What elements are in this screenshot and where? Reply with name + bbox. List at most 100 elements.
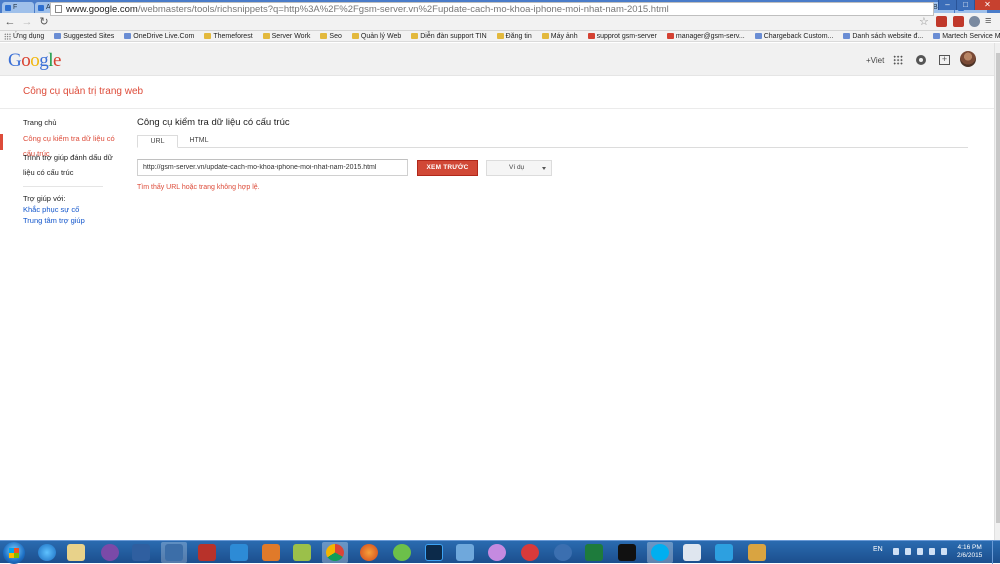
bookmark-item[interactable]: Đăng tin	[496, 32, 532, 40]
bookmarks-bar: Ứng dụng Suggested Sites OneDrive Live.Com…	[0, 31, 1000, 42]
bookmark-item[interactable]: Diễn đàn support TIN	[411, 33, 487, 40]
document-icon[interactable]	[683, 544, 701, 561]
bookmark-item[interactable]: Ứng dụng	[4, 32, 44, 40]
bookmark-item[interactable]: Máy ảnh	[541, 33, 578, 40]
troubleshoot-link[interactable]: Khắc phục sự cố	[23, 205, 79, 214]
bookmark-item[interactable]: Quản lý Web	[351, 33, 401, 40]
skype-icon[interactable]	[651, 544, 669, 561]
show-desktop-button[interactable]	[992, 541, 1000, 564]
reload-button[interactable]: ↻	[37, 15, 51, 29]
butterfly-app-icon[interactable]	[262, 544, 280, 561]
remote-desktop-icon[interactable]	[456, 544, 474, 561]
menu-icon[interactable]: ≡	[985, 16, 996, 27]
webmaster-tools-header: Công cụ quản trị trang web	[0, 77, 995, 109]
help-center-link[interactable]: Trung tâm trợ giúp	[23, 216, 85, 225]
error-message: Tìm thấy URL hoặc trang không hợp lệ.	[137, 184, 260, 191]
seo-tool-icon[interactable]	[132, 544, 150, 561]
sidebar-item-markup-helper[interactable]: Trình trợ giúp đánh dấu dữ liệu có cấu t…	[23, 150, 123, 180]
bookmark-item[interactable]: Server Work	[262, 32, 311, 40]
network-globe-icon[interactable]	[554, 544, 572, 561]
bookmark-item[interactable]: Chargeback Custom...	[754, 33, 833, 40]
close-window-button[interactable]: ✕	[974, 0, 1000, 10]
bookmark-item[interactable]: Martech Service Ma...	[933, 33, 1000, 40]
clock[interactable]: 4:16 PM 2/6/2015	[957, 544, 982, 560]
viber-icon[interactable]	[101, 544, 119, 561]
apps-grid-icon[interactable]	[893, 55, 903, 65]
notepad-icon[interactable]	[293, 544, 311, 561]
tray-arrow-icon[interactable]	[893, 548, 899, 555]
bookmark-item[interactable]: Suggested Sites	[54, 33, 114, 40]
avatar[interactable]	[960, 51, 976, 67]
archive-icon[interactable]	[748, 544, 766, 561]
page-title: Công cụ kiểm tra dữ liệu có cấu trúc	[137, 117, 290, 128]
bookmark-star-icon[interactable]: ☆	[919, 15, 929, 28]
page-icon	[124, 33, 132, 39]
bookmark-label: Themeforest	[213, 32, 253, 40]
maximize-button[interactable]: □	[956, 0, 974, 10]
firefox-icon[interactable]	[360, 544, 378, 561]
address-bar[interactable]: www.google.com/webmasters/tools/richsnip…	[50, 2, 934, 16]
bookmark-item[interactable]: Themeforest	[204, 32, 253, 40]
volume-icon[interactable]	[941, 548, 947, 555]
bookmark-item[interactable]: OneDrive Live.Com	[124, 33, 194, 40]
start-button[interactable]	[3, 542, 25, 564]
internet-explorer-icon[interactable]	[38, 544, 56, 561]
forward-button[interactable]: →	[20, 15, 34, 29]
google-logo[interactable]: Google	[8, 50, 61, 72]
clock-time: 4:16 PM	[957, 544, 982, 551]
app-a-icon[interactable]	[230, 544, 248, 561]
teamviewer-icon[interactable]	[715, 544, 733, 561]
extension-icon[interactable]	[936, 16, 947, 27]
page-scrollbar[interactable]	[994, 43, 1000, 540]
filezilla-icon[interactable]	[198, 544, 216, 561]
flag-icon[interactable]	[917, 548, 923, 555]
page-icon	[54, 33, 62, 39]
logo-letter: G	[8, 50, 22, 71]
favicon-icon	[38, 4, 44, 11]
back-button[interactable]: ←	[3, 15, 17, 29]
terminal-icon[interactable]	[618, 544, 636, 561]
url-input[interactable]	[137, 159, 408, 176]
sync-app-icon[interactable]	[393, 544, 411, 561]
bookmark-label: OneDrive Live.Com	[133, 32, 195, 40]
preview-button[interactable]: XEM TRƯỚC	[417, 160, 478, 176]
tab-title: F	[13, 4, 18, 11]
file-explorer-icon[interactable]	[67, 544, 85, 561]
apps-icon	[4, 32, 11, 40]
network-tool-icon[interactable]	[165, 544, 183, 561]
bookmark-label: Danh sách website đ...	[852, 32, 924, 40]
bookmark-item[interactable]: Danh sách website đ...	[843, 33, 923, 40]
tab-html[interactable]: HTML	[178, 135, 220, 148]
bookmark-label: manager@gsm-serv...	[675, 32, 745, 40]
photoshop-icon[interactable]	[425, 544, 443, 561]
chrome-icon[interactable]	[326, 544, 344, 561]
google-plus-name-link[interactable]: +Viet	[866, 56, 884, 65]
bookmark-item[interactable]: manager@gsm-serv...	[666, 32, 745, 40]
minimize-button[interactable]: –	[938, 0, 956, 10]
bookmark-label: Server Work	[271, 32, 311, 40]
bookmark-label: Đăng tin	[505, 32, 532, 40]
folder-icon	[351, 33, 359, 39]
tray-app-icon[interactable]	[905, 548, 911, 555]
notifications-icon[interactable]	[916, 55, 926, 65]
gmail-extension-icon[interactable]	[953, 16, 964, 27]
bookmark-label: Martech Service Ma...	[942, 32, 1000, 40]
active-nav-indicator	[0, 134, 3, 150]
browser-tab[interactable]: F	[2, 2, 34, 13]
media-app-icon[interactable]	[488, 544, 506, 561]
network-icon[interactable]	[929, 548, 935, 555]
app-title[interactable]: Công cụ quản trị trang web	[23, 86, 143, 97]
sidebar-item-home[interactable]: Trang chủ	[23, 118, 57, 127]
tab-url[interactable]: URL	[137, 135, 178, 148]
logo-letter: g	[39, 50, 49, 71]
bookmark-item[interactable]: Seo	[320, 33, 342, 40]
itunes-icon[interactable]	[521, 544, 539, 561]
excel-icon[interactable]	[585, 544, 603, 561]
language-indicator[interactable]: EN	[873, 546, 883, 553]
window-controls: – □ ✕	[938, 0, 1000, 10]
bookmark-item[interactable]: supprot gsm-server	[587, 33, 657, 40]
share-icon[interactable]: +	[939, 55, 950, 65]
scrollbar-thumb[interactable]	[996, 53, 1000, 523]
example-dropdown[interactable]: Ví dụ	[486, 160, 552, 176]
settings-gear-icon[interactable]	[969, 16, 980, 27]
